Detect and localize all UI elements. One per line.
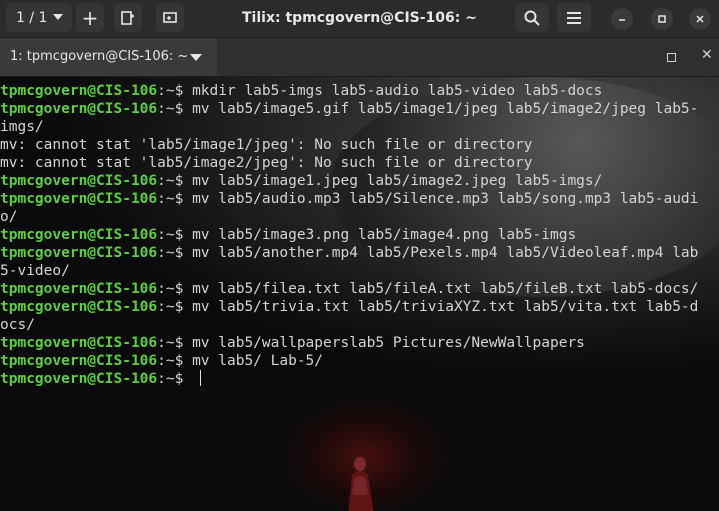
tab-maximize-icon[interactable] [667, 53, 676, 62]
command-text: mv: cannot stat 'lab5/image2/jpeg': No s… [0, 155, 533, 171]
close-icon [696, 15, 704, 23]
prompt-user-host: tpmcgovern@CIS-106 [0, 101, 158, 117]
terminal-line: tpmcgovern@CIS-106:~$ mv lab5/ Lab-5/ [0, 352, 698, 370]
prompt-user-host: tpmcgovern@CIS-106 [0, 281, 158, 297]
prompt-path: :~$ [157, 173, 193, 189]
tab-close-icon[interactable]: ✕ [701, 47, 713, 63]
command-text: imgs/ [0, 119, 44, 135]
command-text: mv lab5/image3.png lab5/image4.png lab5-… [192, 227, 577, 243]
prompt-user-host: tpmcgovern@CIS-106 [0, 83, 158, 99]
terminal-line: tpmcgovern@CIS-106:~$ mv lab5/image5.gif… [0, 100, 698, 118]
add-session-button[interactable]: + [76, 3, 104, 32]
command-text: 5-video/ [0, 263, 70, 279]
text-cursor [200, 370, 202, 386]
search-button[interactable] [515, 3, 549, 32]
menu-button[interactable] [557, 3, 591, 32]
command-text: o/ [0, 209, 18, 225]
split-icon [121, 10, 134, 25]
command-text: mv lab5/wallpaperslab5 Pictures/NewWallp… [192, 335, 585, 351]
command-text: mkdir lab5-imgs lab5-audio lab5-video la… [192, 83, 603, 99]
close-button[interactable] [689, 8, 711, 30]
terminal-tab[interactable]: 1: tpmcgovern@CIS-106: ~ [0, 38, 217, 76]
prompt-path: :~$ [157, 335, 193, 351]
prompt-path: :~$ [157, 245, 193, 261]
command-text: mv lab5/another.mp4 lab5/Pexels.mp4 lab5… [192, 245, 699, 261]
command-text: mv lab5/filea.txt lab5/fileA.txt lab5/fi… [192, 281, 699, 297]
prompt-path: :~$ [157, 371, 193, 387]
terminal-line: mv: cannot stat 'lab5/image1/jpeg': No s… [0, 136, 698, 154]
terminal-line: tpmcgovern@CIS-106:~$ mv lab5/trivia.txt… [0, 298, 698, 316]
prompt-user-host: tpmcgovern@CIS-106 [0, 335, 158, 351]
command-text: ocs/ [0, 317, 35, 333]
prompt-user-host: tpmcgovern@CIS-106 [0, 227, 158, 243]
prompt-user-host: tpmcgovern@CIS-106 [0, 353, 158, 369]
prompt-user-host: tpmcgovern@CIS-106 [0, 191, 158, 207]
command-text: mv lab5/ Lab-5/ [192, 353, 324, 369]
session-label: 1 / 1 [16, 9, 48, 26]
plus-icon: + [81, 5, 99, 30]
prompt-user-host: tpmcgovern@CIS-106 [0, 299, 158, 315]
add-terminal-icon [163, 11, 177, 23]
session-selector[interactable]: 1 / 1 [6, 3, 72, 32]
command-text: mv lab5/image5.gif lab5/image1/jpeg lab5… [192, 101, 699, 117]
minimize-button[interactable] [611, 8, 633, 30]
terminal-line: tpmcgovern@CIS-106:~$ [0, 370, 698, 388]
terminal-line: 5-video/ [0, 262, 698, 280]
command-text: mv lab5/trivia.txt lab5/triviaXYZ.txt la… [192, 299, 699, 315]
terminal-line: ocs/ [0, 316, 698, 334]
prompt-user-host: tpmcgovern@CIS-106 [0, 371, 158, 387]
tab-bar: 1: tpmcgovern@CIS-106: ~ [0, 38, 719, 77]
command-text: mv lab5/image1.jpeg lab5/image2.jpeg lab… [192, 173, 603, 189]
terminal-line: o/ [0, 208, 698, 226]
caret-down-icon [53, 14, 63, 20]
prompt-path: :~$ [157, 227, 193, 243]
split-terminal-button[interactable] [114, 3, 142, 32]
terminal-area[interactable]: tpmcgovern@CIS-106:~$ mkdir lab5-imgs la… [0, 77, 719, 511]
prompt-path: :~$ [157, 83, 193, 99]
background-figure [348, 457, 374, 511]
prompt-path: :~$ [157, 281, 193, 297]
prompt-user-host: tpmcgovern@CIS-106 [0, 173, 158, 189]
terminal-output: tpmcgovern@CIS-106:~$ mkdir lab5-imgs la… [0, 82, 698, 388]
terminal-line: tpmcgovern@CIS-106:~$ mv lab5/image1.jpe… [0, 172, 698, 190]
tab-label: 1: tpmcgovern@CIS-106: ~ [10, 49, 189, 64]
prompt-path: :~$ [157, 191, 193, 207]
hamburger-icon [567, 11, 581, 24]
terminal-line: mv: cannot stat 'lab5/image2/jpeg': No s… [0, 154, 698, 172]
terminal-line: tpmcgovern@CIS-106:~$ mv lab5/image3.png… [0, 226, 698, 244]
terminal-line: tpmcgovern@CIS-106:~$ mv lab5/filea.txt … [0, 280, 698, 298]
window-title: Tilix: tpmcgovern@CIS-106: ~ [242, 10, 477, 26]
terminal-line: tpmcgovern@CIS-106:~$ mv lab5/audio.mp3 … [0, 190, 698, 208]
maximize-button[interactable] [651, 8, 673, 30]
minimize-icon [619, 19, 625, 21]
prompt-path: :~$ [157, 353, 193, 369]
command-text: mv: cannot stat 'lab5/image1/jpeg': No s… [0, 137, 533, 153]
add-terminal-button[interactable] [156, 3, 184, 32]
header-bar: 1 / 1 + Tilix: tpmcgovern@CIS-106: ~ [0, 0, 719, 38]
caret-down-icon[interactable] [190, 54, 202, 61]
terminal-line: tpmcgovern@CIS-106:~$ mkdir lab5-imgs la… [0, 82, 698, 100]
command-text: mv lab5/audio.mp3 lab5/Silence.mp3 lab5/… [192, 191, 699, 207]
search-icon [524, 10, 540, 26]
prompt-path: :~$ [157, 299, 193, 315]
prompt-path: :~$ [157, 101, 193, 117]
maximize-icon [658, 15, 666, 23]
terminal-line: tpmcgovern@CIS-106:~$ mv lab5/wallpapers… [0, 334, 698, 352]
terminal-line: imgs/ [0, 118, 698, 136]
terminal-line: tpmcgovern@CIS-106:~$ mv lab5/another.mp… [0, 244, 698, 262]
prompt-user-host: tpmcgovern@CIS-106 [0, 245, 158, 261]
